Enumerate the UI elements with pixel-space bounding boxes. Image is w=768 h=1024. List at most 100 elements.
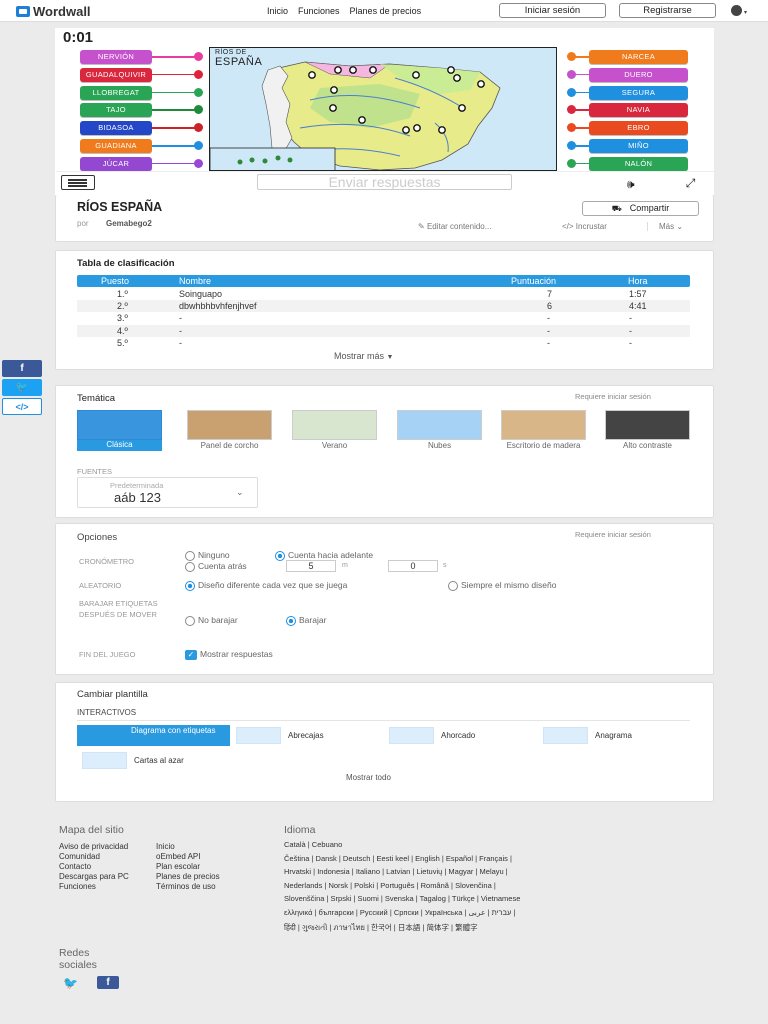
login-button[interactable]: Iniciar sesión — [499, 3, 606, 18]
code-icon: </> — [562, 222, 576, 231]
speaker-icon[interactable]: 🕪 — [627, 177, 635, 192]
timer-down-option[interactable]: Cuenta atrás — [185, 561, 247, 572]
theme-name[interactable]: Clásica — [77, 440, 162, 451]
footer-link[interactable]: Planes de precios — [156, 872, 236, 881]
template-option[interactable]: Anagrama — [541, 725, 632, 746]
minutes-input[interactable]: 5 — [286, 560, 336, 572]
footer-link[interactable]: oEmbed API — [156, 852, 236, 861]
theme-thumbnail[interactable] — [605, 410, 690, 440]
timer-none-option[interactable]: Ninguno — [185, 550, 230, 561]
theme-name[interactable]: Alto contraste — [605, 441, 690, 450]
label-nalón[interactable]: NALÓN — [589, 156, 688, 171]
label-narcea[interactable]: NARCEA — [589, 50, 688, 64]
label-tajo[interactable]: TAJO — [80, 103, 152, 118]
theme-thumbnail[interactable] — [292, 410, 377, 440]
label-guadiana[interactable]: GUADIANA — [80, 139, 152, 153]
author-link[interactable]: Gemabego2 — [106, 219, 152, 228]
more-menu[interactable]: Más ⌄ — [647, 222, 683, 231]
nav-inicio[interactable]: Inicio — [267, 6, 288, 16]
template-icon — [236, 727, 281, 744]
twitter-icon[interactable]: 🐦 — [63, 976, 85, 990]
shuffle-yes-option[interactable]: Barajar — [286, 615, 326, 626]
template-option[interactable]: Abrecajas — [234, 725, 324, 746]
language-links[interactable]: Slovenščina | Srpski | Suomi | Svenska |… — [284, 894, 520, 903]
footer-link[interactable]: Comunidad — [59, 852, 154, 861]
show-more-button[interactable]: Mostrar más ▼ — [334, 351, 393, 361]
template-icon — [389, 727, 434, 744]
theme-name[interactable]: Panel de corcho — [187, 441, 272, 450]
seconds-input[interactable]: 0 — [388, 560, 438, 572]
footer-link[interactable]: Funciones — [59, 882, 154, 891]
footer-link[interactable]: Plan escolar — [156, 862, 236, 871]
show-answers-checkbox[interactable]: ✓ Mostrar respuestas — [185, 649, 273, 660]
footer-link[interactable]: Inicio — [156, 842, 236, 851]
facebook-icon[interactable]: f — [97, 976, 119, 989]
label-júcar[interactable]: JÚCAR — [80, 156, 152, 171]
table-cell: - — [547, 337, 550, 348]
register-button[interactable]: Registrarse — [619, 3, 716, 18]
embed-link[interactable]: </> Incrustar — [562, 222, 607, 231]
drag-handle[interactable] — [194, 52, 203, 61]
label-llobregat[interactable]: LLOBREGAT — [80, 85, 152, 100]
table-cell: 6 — [547, 301, 553, 312]
fullscreen-icon[interactable]: ⤢ — [677, 176, 704, 191]
radio-selected-icon — [185, 580, 195, 591]
language-links[interactable]: Català | Cebuano — [284, 840, 342, 849]
table-cell: 4.º — [117, 325, 128, 336]
language-links[interactable]: Hrvatski | Indonesia | Italiano | Latvia… — [284, 867, 508, 876]
radio-icon — [185, 561, 195, 572]
shuffle-no-option[interactable]: No barajar — [185, 615, 238, 626]
footer-link[interactable]: Descargas para PC — [59, 872, 154, 881]
theme-thumbnail[interactable] — [397, 410, 482, 440]
label-ebro[interactable]: EBRO — [589, 121, 688, 136]
footer-link[interactable]: Contacto — [59, 862, 154, 871]
random-same-option[interactable]: Siempre el mismo diseño — [448, 580, 556, 591]
footer-link[interactable]: Aviso de privacidad — [59, 842, 154, 851]
theme-thumbnail[interactable] — [187, 410, 272, 440]
label-nervión[interactable]: NERVIÓN — [80, 50, 152, 64]
share-button[interactable]: ⛟ Compartir — [582, 201, 699, 216]
random-label: ALEATORIO — [79, 581, 122, 590]
language-links[interactable]: ελληνικά | български | Русский | Српски … — [284, 908, 515, 917]
label-segura[interactable]: SEGURA — [589, 85, 688, 100]
globe-icon[interactable] — [731, 5, 742, 16]
submit-answers-button[interactable]: Enviar respuestas — [257, 174, 512, 190]
theme-name[interactable]: Escritorio de madera — [501, 441, 586, 450]
edit-content-link[interactable]: ✎ Editar contenido... — [418, 222, 491, 231]
theme-thumbnail[interactable] — [77, 410, 162, 440]
drag-handle[interactable] — [194, 87, 203, 97]
label-bidasoa[interactable]: BIDASOA — [80, 121, 152, 136]
theme-title: Temática — [77, 393, 116, 404]
language-links[interactable]: Nederlands | Norsk | Polski | Português … — [284, 881, 496, 890]
label-navia[interactable]: NAVIA — [589, 103, 688, 118]
label-duero[interactable]: DUERO — [589, 67, 688, 82]
template-option[interactable]: Ahorcado — [387, 725, 475, 746]
template-option[interactable]: Diagrama con etiquetas — [77, 725, 230, 746]
theme-name[interactable]: Verano — [292, 441, 377, 450]
wordwall-logo[interactable]: Wordwall — [16, 4, 91, 19]
drag-handle[interactable] — [194, 141, 203, 150]
main-nav: Inicio Funciones Planes de precios — [267, 6, 421, 16]
menu-icon[interactable] — [61, 175, 95, 190]
theme-name[interactable]: Nubes — [397, 441, 482, 450]
language-links[interactable]: हिंदी | ગુજરાતી | ภาษาไทย | 한국어 | 日本語 | … — [284, 922, 478, 934]
end-game-label: FIN DEL JUEGO — [79, 650, 136, 659]
label-miño[interactable]: MIÑO — [589, 139, 688, 153]
footer-link[interactable]: Términos de uso — [156, 882, 236, 891]
nav-funciones[interactable]: Funciones — [298, 6, 340, 16]
embed-share-button[interactable]: </> — [2, 398, 42, 415]
theme-thumbnail[interactable] — [501, 410, 586, 440]
twitter-share-button[interactable]: 🐦 — [2, 379, 42, 396]
label-guadalquivir[interactable]: GUADALQUIVIR — [80, 67, 152, 82]
drag-handle[interactable] — [194, 158, 203, 168]
random-diff-option[interactable]: Diseño diferente cada vez que se juega — [185, 580, 347, 591]
drag-handle[interactable] — [194, 69, 203, 79]
language-links[interactable]: Čeština | Dansk | Deutsch | Eesti keel |… — [284, 854, 512, 863]
template-name: Cartas al azar — [134, 756, 184, 765]
options-login-required: Requiere iniciar sesión — [575, 530, 651, 539]
nav-planes[interactable]: Planes de precios — [350, 6, 422, 16]
facebook-share-button[interactable]: f — [2, 360, 42, 377]
font-selector[interactable]: Predeterminada aáb 123 ⌄ — [77, 477, 258, 508]
show-all-button[interactable]: Mostrar todo — [346, 773, 391, 782]
template-option[interactable]: Cartas al azar — [80, 750, 184, 771]
